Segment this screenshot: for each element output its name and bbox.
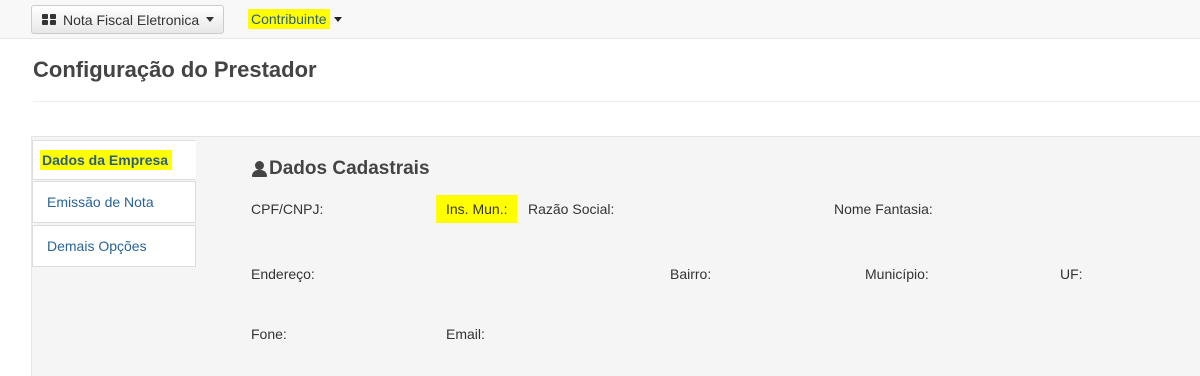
contribuinte-label: Contribuinte	[248, 9, 330, 29]
razao-social-label: Razão Social:	[528, 201, 615, 217]
content-panel	[31, 136, 1200, 376]
section-title-text: Dados Cadastrais	[269, 158, 430, 179]
fone-label: Fone:	[251, 326, 287, 342]
user-icon	[252, 161, 267, 177]
top-navbar: Nota Fiscal Eletronica Contribuinte	[0, 0, 1200, 39]
nota-fiscal-menu-button[interactable]: Nota Fiscal Eletronica	[31, 5, 225, 34]
caret-down-icon	[333, 16, 342, 22]
page-title: Configuração do Prestador	[33, 57, 317, 82]
tab-emissao-de-nota[interactable]: Emissão de Nota	[32, 181, 196, 223]
nome-fantasia-label: Nome Fantasia:	[834, 201, 933, 217]
email-label: Email:	[446, 326, 485, 342]
caret-down-icon	[206, 17, 215, 22]
bairro-label: Bairro:	[670, 266, 712, 282]
tab-emissao-de-nota-label: Emissão de Nota	[47, 194, 154, 210]
nota-fiscal-menu-label: Nota Fiscal Eletronica	[63, 11, 200, 28]
tab-demais-opcoes-label: Demais Opções	[47, 238, 147, 254]
tab-dados-da-empresa[interactable]: Dados da Empresa	[32, 140, 196, 180]
contribuinte-menu[interactable]: Contribuinte	[248, 9, 342, 29]
title-divider	[33, 101, 1200, 102]
grid-icon	[42, 14, 56, 25]
tab-demais-opcoes[interactable]: Demais Opções	[32, 225, 196, 267]
municipio-label: Município:	[865, 266, 929, 282]
section-title: Dados Cadastrais	[252, 158, 430, 180]
ins-mun-label: Ins. Mun.:	[436, 195, 518, 223]
cpf-cnpj-label: CPF/CNPJ:	[251, 201, 324, 217]
tab-dados-da-empresa-label: Dados da Empresa	[40, 150, 173, 170]
endereco-label: Endereço:	[251, 266, 315, 282]
uf-label: UF:	[1060, 266, 1083, 282]
